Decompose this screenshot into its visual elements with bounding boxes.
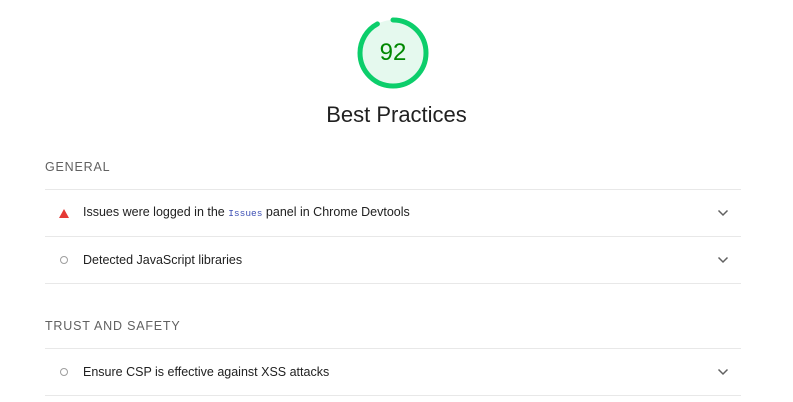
chevron-down-icon[interactable] [705, 368, 741, 376]
audit-title: Issues were logged in the Issues panel i… [83, 205, 410, 219]
category-title: Best Practices [326, 102, 467, 127]
info-circle-icon [60, 256, 68, 264]
chevron-down-icon[interactable] [705, 256, 741, 264]
section-header-trust-and-safety: TRUST AND SAFETY [45, 319, 181, 333]
audit-title: Detected JavaScript libraries [83, 253, 243, 267]
lighthouse-best-practices-report: 92 Best Practices GENERAL Issues were lo… [0, 0, 793, 402]
section-header-general: GENERAL [45, 160, 111, 174]
audit-row-csp-xss[interactable]: Ensure CSP is effective against XSS atta… [45, 349, 741, 396]
audit-title: Ensure CSP is effective against XSS atta… [83, 365, 330, 379]
fail-triangle-icon [59, 208, 69, 218]
info-circle-icon [60, 368, 68, 376]
code-issues: Issues [228, 208, 263, 219]
score-value: 92 [379, 39, 407, 66]
audit-list-general: Issues were logged in the Issues panel i… [45, 189, 741, 284]
audit-list-trust-and-safety: Ensure CSP is effective against XSS atta… [45, 348, 741, 396]
score-gauge[interactable]: 92 [356, 16, 430, 90]
audit-row-issues-logged[interactable]: Issues were logged in the Issues panel i… [45, 190, 741, 237]
chevron-down-icon[interactable] [705, 209, 741, 217]
audit-row-js-libraries[interactable]: Detected JavaScript libraries [45, 237, 741, 284]
